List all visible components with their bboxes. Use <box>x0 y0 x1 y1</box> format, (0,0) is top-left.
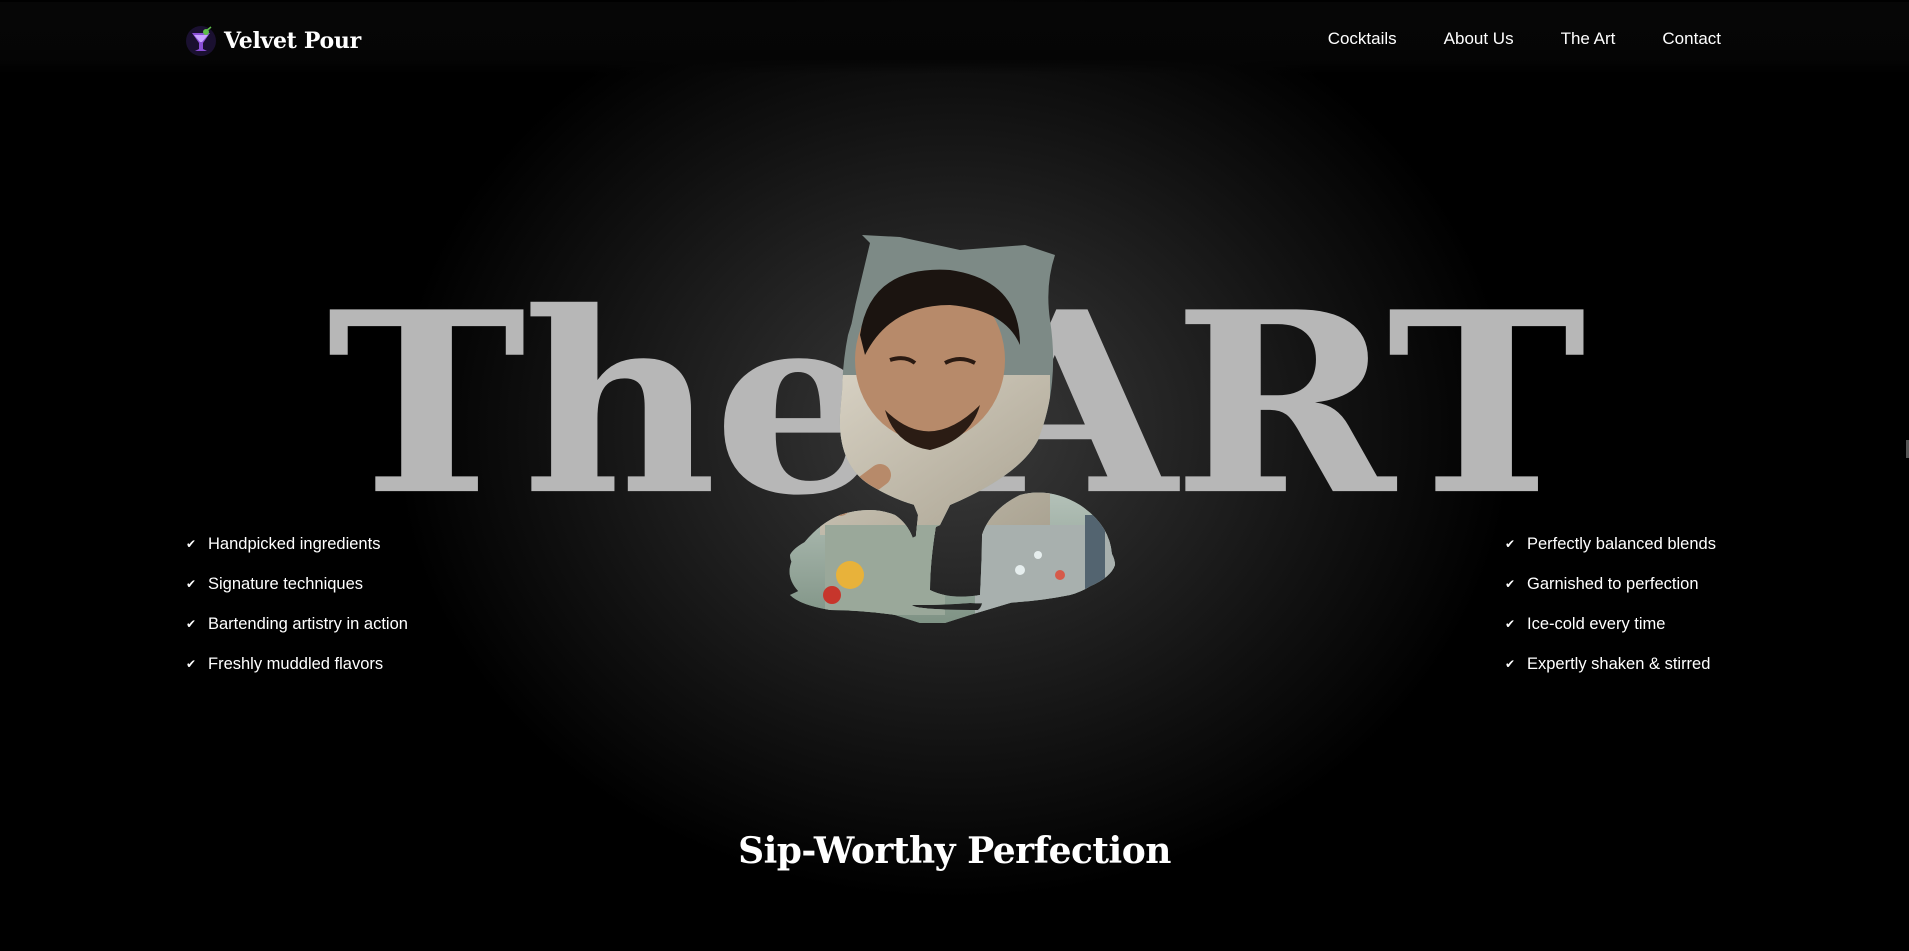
check-icon: ✔ <box>1505 577 1516 591</box>
feature-item: ✔ Handpicked ingredients <box>186 534 408 574</box>
check-icon: ✔ <box>186 657 197 671</box>
feature-label: Garnished to perfection <box>1527 575 1699 593</box>
bartender-in-glass-silhouette-image <box>789 235 1115 623</box>
check-icon: ✔ <box>186 537 197 551</box>
nav-link-about-us[interactable]: About Us <box>1444 29 1514 49</box>
main-nav: Cocktails About Us The Art Contact <box>1328 29 1721 49</box>
feature-item: ✔ Perfectly balanced blends <box>1505 534 1716 574</box>
check-icon: ✔ <box>1505 537 1516 551</box>
feature-label: Ice-cold every time <box>1527 615 1666 633</box>
feature-list-left: ✔ Handpicked ingredients ✔ Signature tec… <box>186 534 408 694</box>
feature-label: Freshly muddled flavors <box>208 655 384 673</box>
brand-name: Velvet Pour <box>224 28 361 54</box>
feature-item: ✔ Bartending artistry in action <box>186 614 408 654</box>
feature-label: Signature techniques <box>208 575 364 593</box>
feature-label: Bartending artistry in action <box>208 615 408 633</box>
brand-logo-link[interactable]: Velvet Pour <box>185 24 361 58</box>
nav-link-cocktails[interactable]: Cocktails <box>1328 29 1397 49</box>
cocktail-glass-logo-icon <box>186 26 216 56</box>
feature-item: ✔ Expertly shaken & stirred <box>1505 654 1716 694</box>
check-icon: ✔ <box>1505 657 1516 671</box>
feature-label: Perfectly balanced blends <box>1527 535 1716 553</box>
check-icon: ✔ <box>186 617 197 631</box>
navbar: Velvet Pour Cocktails About Us The Art C… <box>0 2 1909 74</box>
feature-item: ✔ Signature techniques <box>186 574 408 614</box>
hero-tagline: Sip-Worthy Perfection <box>738 829 1171 872</box>
feature-item: ✔ Garnished to perfection <box>1505 574 1716 614</box>
feature-item: ✔ Ice-cold every time <box>1505 614 1716 654</box>
feature-label: Handpicked ingredients <box>208 535 381 553</box>
feature-list-right: ✔ Perfectly balanced blends ✔ Garnished … <box>1505 534 1716 694</box>
nav-link-the-art[interactable]: The Art <box>1561 29 1616 49</box>
check-icon: ✔ <box>186 577 197 591</box>
nav-link-contact[interactable]: Contact <box>1662 29 1721 49</box>
feature-label: Expertly shaken & stirred <box>1527 655 1711 673</box>
feature-item: ✔ Freshly muddled flavors <box>186 654 408 694</box>
check-icon: ✔ <box>1505 617 1516 631</box>
